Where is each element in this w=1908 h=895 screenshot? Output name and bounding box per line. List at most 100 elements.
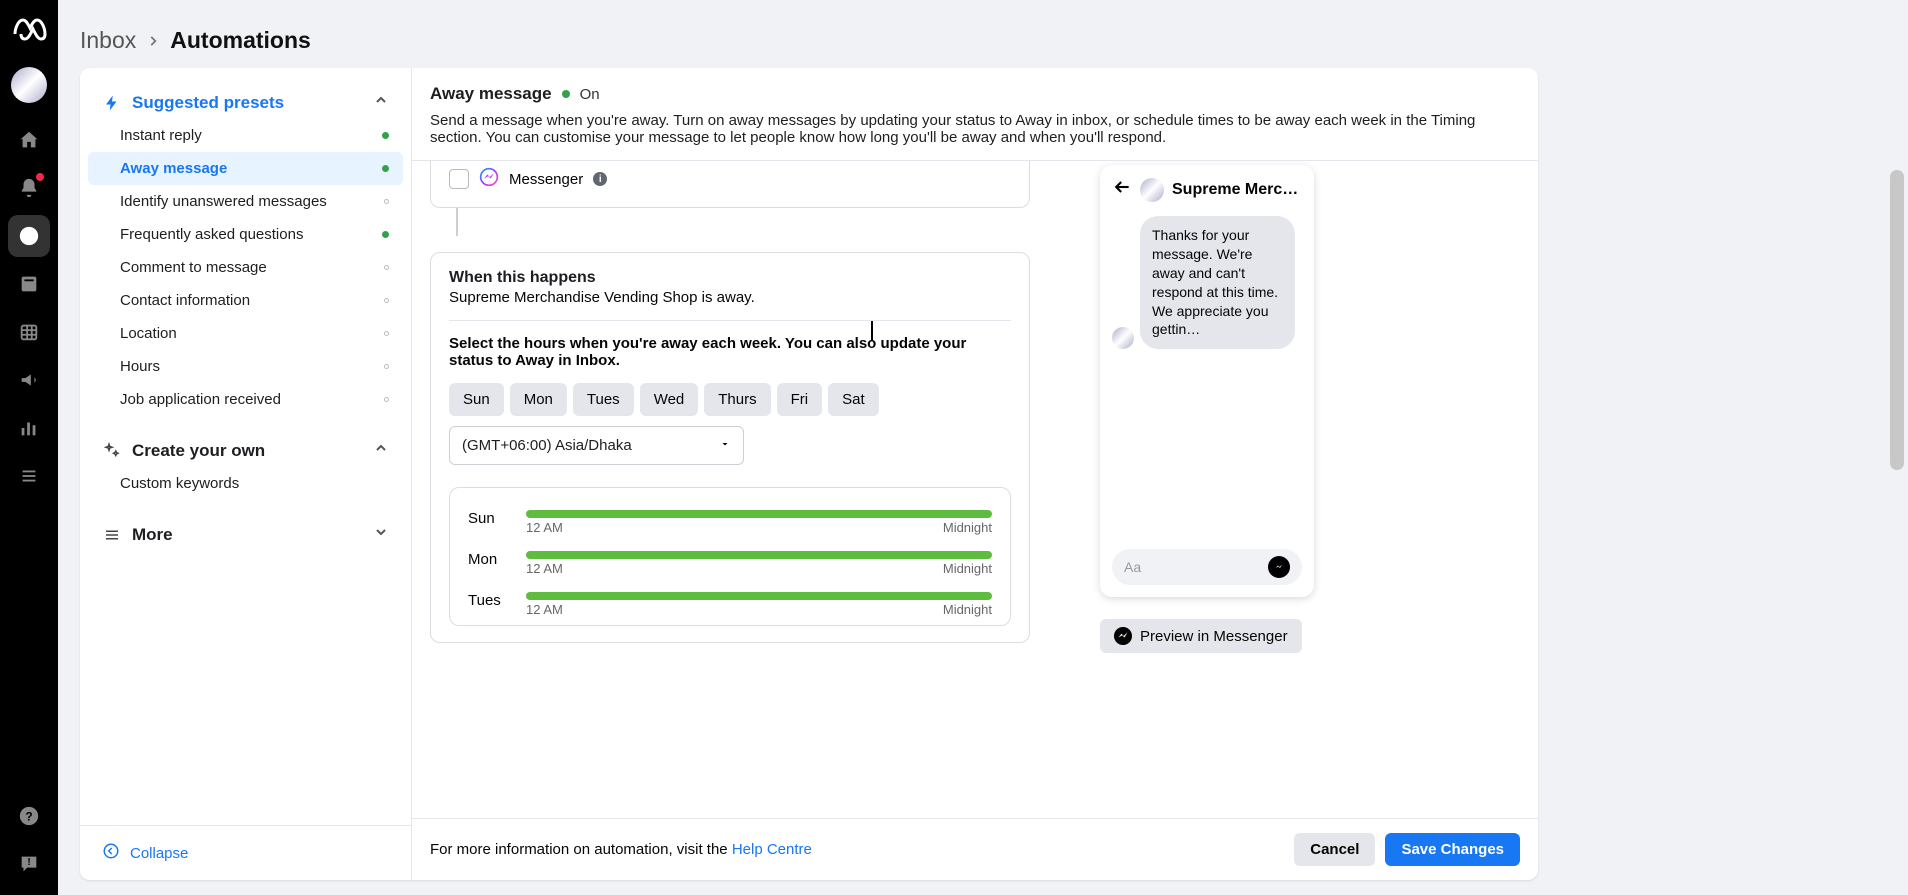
meta-logo-icon[interactable] [11, 10, 47, 51]
schedule-start: 12 AM [526, 561, 563, 576]
footer-text-part: For more information on automation, visi… [430, 841, 732, 858]
schedule-end: Midnight [943, 561, 992, 576]
info-icon[interactable]: i [593, 172, 607, 186]
when-title: When this happens [449, 269, 1011, 287]
timezone-select[interactable]: (GMT+06:00) Asia/Dhaka [449, 426, 744, 465]
status-dot-icon [384, 364, 389, 369]
day-chip-fri[interactable]: Fri [777, 383, 823, 416]
breadcrumb-inbox[interactable]: Inbox [80, 27, 136, 54]
schedule-end: Midnight [943, 602, 992, 617]
preview-input-placeholder: Aa [1124, 559, 1141, 575]
step-connector [456, 208, 458, 236]
sidebar-item-label: Custom keywords [120, 475, 239, 492]
sidebar-item-faq[interactable]: Frequently asked questions [80, 218, 411, 251]
collapse-label: Collapse [130, 845, 188, 862]
preview-phone: Supreme Merc… Thanks for your message. W… [1100, 165, 1314, 597]
nav-help-icon[interactable]: ? [8, 795, 50, 837]
schedule-bar[interactable] [526, 551, 992, 559]
sidebar-section-create[interactable]: Create your own [80, 426, 411, 467]
nav-home-icon[interactable] [8, 119, 50, 161]
caret-down-icon [719, 437, 731, 454]
sidebar-item-contact-info[interactable]: Contact information [80, 284, 411, 317]
sidebar-item-custom-keywords[interactable]: Custom keywords [80, 467, 411, 500]
notification-dot-icon [36, 173, 44, 181]
status-dot-icon [384, 298, 389, 303]
messenger-icon [1114, 627, 1132, 645]
automation-title: Away message [430, 84, 552, 104]
collapse-sidebar-button[interactable]: Collapse [80, 825, 411, 880]
nav-inbox-icon[interactable] [8, 215, 50, 257]
schedule-start: 12 AM [526, 602, 563, 617]
day-chip-tues[interactable]: Tues [573, 383, 634, 416]
status-dot-icon [384, 199, 389, 204]
day-chip-wed[interactable]: Wed [640, 383, 699, 416]
preview-message-bubble: Thanks for your message. We're away and … [1140, 216, 1295, 349]
sidebar-item-label: Hours [120, 358, 160, 375]
schedule-day-label: Sun [468, 510, 526, 527]
sidebar-item-unanswered[interactable]: Identify unanswered messages [80, 185, 411, 218]
back-arrow-icon[interactable] [1112, 177, 1132, 202]
day-chip-sat[interactable]: Sat [828, 383, 879, 416]
sidebar-item-job-application[interactable]: Job application received [80, 383, 411, 416]
chevron-right-icon [146, 27, 160, 54]
sidebar-item-label: Instant reply [120, 127, 202, 144]
schedule-box: Sun 12 AM Midnight Mon [449, 487, 1011, 626]
day-chip-sun[interactable]: Sun [449, 383, 504, 416]
sidebar-item-instant-reply[interactable]: Instant reply [80, 119, 411, 152]
sidebar-section-label: More [132, 525, 363, 545]
sidebar-item-label: Location [120, 325, 177, 342]
schedule-end: Midnight [943, 520, 992, 535]
day-chip-thurs[interactable]: Thurs [704, 383, 770, 416]
status-dot-icon [384, 265, 389, 270]
content-area: Away message On Send a message when you'… [412, 68, 1538, 880]
list-icon [102, 526, 122, 544]
messenger-checkbox[interactable] [449, 169, 469, 189]
page-scrollbar[interactable] [1890, 170, 1904, 470]
nav-ads-icon[interactable] [8, 359, 50, 401]
content-footer: For more information on automation, visi… [412, 818, 1538, 880]
sidebar-item-hours[interactable]: Hours [80, 350, 411, 383]
status-text: On [580, 86, 600, 103]
sidebar-section-more[interactable]: More [80, 510, 411, 551]
preview-page-name: Supreme Merc… [1172, 181, 1298, 199]
nav-posts-icon[interactable] [8, 263, 50, 305]
svg-text:!: ! [27, 857, 30, 868]
schedule-day-label: Tues [468, 592, 526, 609]
schedule-row-mon: Mon 12 AM Midnight [468, 543, 992, 584]
nav-calendar-icon[interactable] [8, 311, 50, 353]
sidebar-section-suggested[interactable]: Suggested presets [80, 78, 411, 119]
schedule-bar[interactable] [526, 592, 992, 600]
content-header: Away message On Send a message when you'… [412, 68, 1538, 161]
account-avatar[interactable] [11, 67, 47, 103]
cancel-button[interactable]: Cancel [1294, 833, 1375, 866]
day-selector: Sun Mon Tues Wed Thurs Fri Sat [449, 383, 1011, 416]
preview-column: Supreme Merc… Thanks for your message. W… [1100, 161, 1314, 818]
footer-text: For more information on automation, visi… [430, 841, 812, 858]
schedule-bar[interactable] [526, 510, 992, 518]
chevron-up-icon [373, 440, 389, 461]
content-body: Messenger i When this happens Supreme Me… [412, 161, 1538, 818]
save-changes-button[interactable]: Save Changes [1385, 833, 1520, 866]
collapse-icon [102, 842, 120, 864]
timezone-value: (GMT+06:00) Asia/Dhaka [462, 437, 632, 454]
preview-avatar [1140, 178, 1164, 202]
sidebar-item-location[interactable]: Location [80, 317, 411, 350]
sidebar-item-label: Contact information [120, 292, 250, 309]
schedule-row-tues: Tues 12 AM Midnight [468, 584, 992, 625]
preview-in-messenger-button[interactable]: Preview in Messenger [1100, 619, 1302, 653]
breadcrumb-automations[interactable]: Automations [170, 27, 311, 54]
preview-button-label: Preview in Messenger [1140, 628, 1288, 645]
help-centre-link[interactable]: Help Centre [732, 841, 812, 858]
divider [449, 320, 1011, 321]
nav-menu-icon[interactable] [8, 455, 50, 497]
messenger-label: Messenger [509, 171, 583, 188]
day-chip-mon[interactable]: Mon [510, 383, 567, 416]
nav-feedback-icon[interactable]: ! [8, 843, 50, 885]
sidebar-item-comment-to-message[interactable]: Comment to message [80, 251, 411, 284]
sidebar-item-away-message[interactable]: Away message [88, 152, 403, 185]
automation-description: Send a message when you're away. Turn on… [430, 112, 1520, 146]
nav-notifications-icon[interactable] [8, 167, 50, 209]
sidebar-item-label: Away message [120, 160, 227, 177]
nav-insights-icon[interactable] [8, 407, 50, 449]
schedule-row-sun: Sun 12 AM Midnight [468, 502, 992, 543]
